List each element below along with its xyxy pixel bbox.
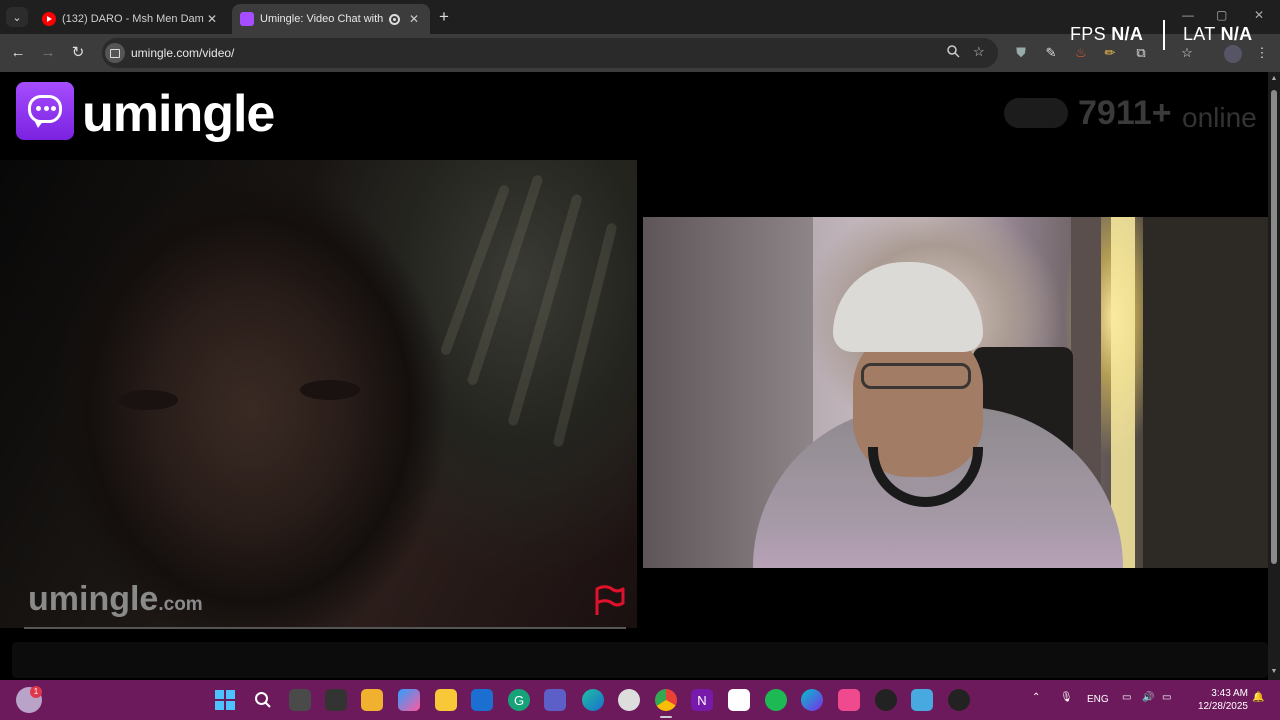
battery-icon[interactable]: ▭ bbox=[1162, 692, 1171, 703]
url-text: umingle.com/video/ bbox=[131, 46, 235, 60]
language-indicator[interactable]: ENG bbox=[1087, 694, 1109, 705]
teams-icon[interactable] bbox=[544, 689, 566, 711]
lat-value: N/A bbox=[1220, 24, 1253, 44]
watermark-suffix: .com bbox=[158, 594, 203, 615]
outlook-icon[interactable] bbox=[471, 689, 493, 711]
close-tab-icon[interactable]: ✕ bbox=[204, 12, 220, 26]
report-flag-icon[interactable] bbox=[594, 585, 626, 617]
scroll-down-icon[interactable]: ▼ bbox=[1270, 668, 1278, 675]
online-count: 7911+ bbox=[1078, 94, 1172, 132]
minimize-icon[interactable]: — bbox=[1182, 8, 1194, 22]
address-bar[interactable]: umingle.com/video/ ☆ bbox=[102, 38, 998, 68]
scroll-up-icon[interactable]: ▲ bbox=[1270, 75, 1278, 82]
windows-taskbar: 1 G N ⌃ 🎙 ENG ▭ 🔊 ▭ 🔔 bbox=[0, 680, 1280, 720]
new-tab-button[interactable]: + bbox=[434, 7, 454, 27]
stranger-video bbox=[0, 160, 637, 628]
online-label: online bbox=[1182, 102, 1257, 133]
clock-time: 3:43 AM bbox=[1211, 688, 1248, 699]
chat-input-area[interactable] bbox=[12, 642, 1268, 678]
tab-umingle[interactable]: Umingle: Video Chat with St ✕ bbox=[232, 4, 430, 34]
extensions-puzzle-icon[interactable]: ⧉ bbox=[1133, 45, 1149, 61]
page-scrollbar[interactable]: ▲ ▼ bbox=[1268, 72, 1280, 680]
chrome-active-indicator bbox=[660, 716, 672, 718]
slack-icon[interactable] bbox=[728, 689, 750, 711]
obs-icon[interactable] bbox=[948, 689, 970, 711]
file-explorer-icon[interactable] bbox=[435, 689, 457, 711]
umingle-watermark: umingle.com bbox=[28, 580, 203, 619]
youtube-icon bbox=[42, 12, 56, 26]
app-icon[interactable] bbox=[618, 689, 640, 711]
back-arrow-icon[interactable]: ← bbox=[8, 43, 28, 63]
menu-kebab-icon[interactable]: ⋮ bbox=[1254, 45, 1270, 61]
overlay-divider bbox=[1163, 20, 1165, 50]
shield-extension-icon[interactable]: ⛊ bbox=[1013, 45, 1029, 61]
app-icon[interactable] bbox=[838, 689, 860, 711]
eyedropper-extension-icon[interactable]: ✎ bbox=[1043, 45, 1059, 61]
copilot-icon[interactable] bbox=[398, 689, 420, 711]
chrome-icon[interactable] bbox=[655, 689, 677, 711]
maximize-icon[interactable]: ▢ bbox=[1216, 8, 1227, 22]
tray-overflow-icon[interactable]: ⌃ bbox=[1032, 692, 1040, 703]
app-icon[interactable] bbox=[325, 689, 347, 711]
chatgpt-icon[interactable] bbox=[875, 689, 897, 711]
zoom-icon[interactable] bbox=[946, 44, 960, 61]
pencil-extension-icon[interactable]: ✏ bbox=[1102, 45, 1118, 61]
fps-value: N/A bbox=[1111, 24, 1144, 44]
fps-readout: FPS N/A bbox=[1070, 24, 1143, 45]
scroll-thumb[interactable] bbox=[1271, 90, 1277, 564]
notification-icon[interactable]: 🔔 bbox=[1252, 692, 1264, 703]
tab-search-dropdown-icon[interactable]: ⌄ bbox=[6, 7, 28, 27]
fire-extension-icon[interactable]: ♨ bbox=[1073, 45, 1089, 61]
video-divider bbox=[24, 627, 626, 629]
tab-youtube[interactable]: (132) DARO - Msh Men Damy | ✕ bbox=[34, 4, 228, 34]
weather-badge: 1 bbox=[30, 686, 42, 698]
umingle-chat-icon bbox=[240, 12, 254, 26]
reload-icon[interactable]: ↻ bbox=[68, 43, 88, 63]
onenote-icon[interactable]: N bbox=[691, 689, 713, 711]
edge-icon[interactable] bbox=[582, 689, 604, 711]
search-icon[interactable] bbox=[252, 689, 274, 711]
microphone-icon[interactable]: 🎙 bbox=[1060, 692, 1073, 703]
system-clock[interactable]: 3:43 AM 12/28/2025 bbox=[1190, 687, 1248, 713]
site-info-icon[interactable] bbox=[105, 43, 125, 63]
self-video bbox=[643, 217, 1268, 568]
network-icon[interactable]: ▭ bbox=[1122, 692, 1131, 703]
bookmark-star-icon[interactable]: ☆ bbox=[973, 44, 985, 60]
clock-date: 12/28/2025 bbox=[1197, 701, 1248, 712]
grammarly-icon[interactable]: G bbox=[508, 689, 530, 711]
tab-title: Umingle: Video Chat with St bbox=[260, 13, 383, 25]
volume-icon[interactable]: 🔊 bbox=[1142, 692, 1154, 703]
theme-toggle[interactable] bbox=[1004, 98, 1068, 128]
task-view-icon[interactable] bbox=[289, 689, 311, 711]
brand-name[interactable]: umingle bbox=[82, 82, 275, 146]
page-content: umingle 7911+ online umingle.com bbox=[0, 72, 1268, 680]
forward-arrow-icon[interactable]: → bbox=[38, 43, 58, 63]
windows-start-icon[interactable] bbox=[214, 689, 236, 711]
close-tab-icon[interactable]: ✕ bbox=[406, 12, 422, 26]
spotify-icon[interactable] bbox=[765, 689, 787, 711]
recording-icon bbox=[389, 13, 400, 25]
reading-list-icon[interactable]: ☆ bbox=[1179, 45, 1195, 61]
store-icon[interactable] bbox=[361, 689, 383, 711]
latency-readout: LAT N/A bbox=[1183, 24, 1252, 45]
lat-label: LAT bbox=[1183, 24, 1216, 44]
tab-title: (132) DARO - Msh Men Damy | bbox=[62, 13, 204, 25]
profile-avatar[interactable] bbox=[1224, 45, 1242, 63]
watermark-main: umingle bbox=[28, 580, 159, 618]
umingle-logo-icon[interactable] bbox=[16, 82, 74, 140]
app-icon[interactable] bbox=[911, 689, 933, 711]
fps-label: FPS bbox=[1070, 24, 1106, 44]
canva-icon[interactable] bbox=[801, 689, 823, 711]
close-window-icon[interactable]: ✕ bbox=[1254, 8, 1264, 22]
